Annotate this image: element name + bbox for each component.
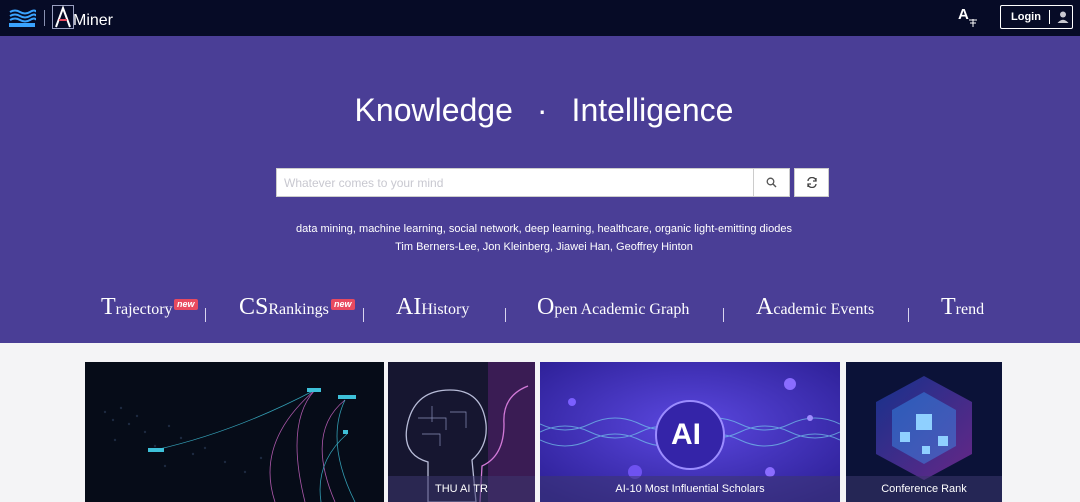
nav-trend[interactable]: Trend — [941, 294, 984, 321]
nav-events-initial: A — [756, 294, 774, 320]
feature-nav: Trajectory new CSRankings new AIHistory … — [0, 294, 1080, 334]
nav-divider — [505, 308, 506, 322]
card-caption: Conference Rank — [846, 476, 1002, 502]
card-caption: THU AI TR — [388, 476, 535, 502]
nav-csrankings[interactable]: CSRankings — [239, 294, 329, 321]
nav-trajectory[interactable]: Trajectory — [101, 294, 173, 321]
login-divider — [1048, 10, 1050, 24]
aminer-logo-icon[interactable] — [52, 5, 74, 29]
ai-emblem-text: AI — [671, 418, 701, 451]
search-input[interactable] — [277, 169, 753, 196]
refresh-icon — [806, 177, 817, 188]
map-visual — [85, 362, 384, 502]
hero-section: Knowledge · Intelligence data mining, mach… — [0, 36, 1080, 343]
nav-open-academic-graph[interactable]: Open Academic Graph — [537, 294, 689, 321]
slogan-left: Knowledge — [354, 92, 513, 128]
nav-oag-label: pen Academic Graph — [554, 301, 690, 318]
nav-aihistory-initial: AI — [396, 294, 422, 320]
nav-aihistory-label: History — [421, 301, 470, 318]
slogan: Knowledge · Intelligence — [0, 92, 1080, 129]
nav-csrankings-label: Rankings — [268, 301, 329, 318]
search-button[interactable] — [753, 168, 790, 197]
feature-card-conference-rank[interactable]: Conference Rank — [846, 362, 1002, 502]
nav-oag-initial: O — [537, 294, 555, 320]
nav-trajectory-initial: T — [101, 294, 116, 320]
hot-topics[interactable]: data mining, machine learning, social ne… — [0, 223, 1080, 235]
feature-card-ai10[interactable]: AI AI-10 Most Influential Scholars — [540, 362, 840, 502]
new-badge: new — [331, 299, 355, 310]
nav-academic-events[interactable]: Academic Events — [756, 294, 874, 321]
new-badge: new — [174, 299, 198, 310]
top-bar: Miner A Login — [0, 0, 1080, 36]
hot-scholars[interactable]: Tim Berners-Lee, Jon Kleinberg, Jiawei H… — [0, 241, 1080, 253]
logo-divider — [44, 10, 45, 26]
slogan-right: Intelligence — [571, 92, 734, 128]
search-icon — [766, 177, 777, 188]
login-label: Login — [1011, 11, 1041, 23]
user-icon — [1057, 11, 1069, 23]
translate-sub-icon — [969, 19, 977, 27]
nav-divider — [723, 308, 724, 322]
refresh-button[interactable] — [794, 168, 829, 197]
feature-card-thu-ai-tr[interactable]: THU AI TR — [388, 362, 535, 502]
nav-csrankings-initial: CS — [239, 294, 269, 320]
slogan-dot: · — [536, 92, 548, 128]
language-toggle-button[interactable]: A — [958, 6, 982, 30]
card-caption: AI-10 Most Influential Scholars — [540, 476, 840, 502]
nav-aihistory[interactable]: AIHistory — [396, 294, 469, 321]
nav-trajectory-label: rajectory — [115, 301, 173, 318]
wave-logo-icon[interactable] — [8, 8, 36, 28]
nav-events-label: cademic Events — [773, 301, 875, 318]
feature-card-map[interactable] — [85, 362, 384, 502]
login-button[interactable]: Login — [1000, 5, 1073, 29]
nav-divider — [205, 308, 206, 322]
nav-trend-initial: T — [941, 294, 956, 320]
nav-divider — [363, 308, 364, 322]
nav-trend-label: rend — [955, 301, 985, 318]
brand-name[interactable]: Miner — [73, 12, 113, 30]
search-box — [276, 168, 754, 197]
nav-divider — [908, 308, 909, 322]
